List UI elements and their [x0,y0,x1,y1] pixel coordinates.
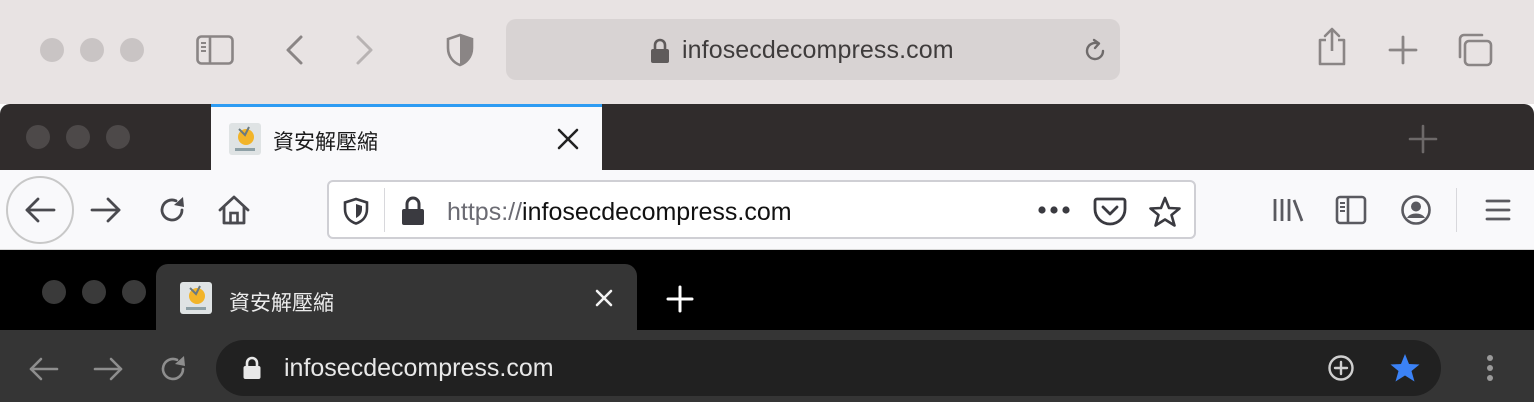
address-bar-url: https://infosecdecompress.com [447,198,792,227]
bookmark-star-icon[interactable] [1148,195,1182,229]
url-separator [384,188,385,232]
sidebar-icon [196,35,234,65]
sidebar-icon[interactable] [1335,195,1367,225]
site-favicon [180,282,212,314]
url-scheme: https:// [447,198,523,226]
window-close-light[interactable] [40,38,64,62]
window-minimize-light[interactable] [66,125,90,149]
omnibox-url: infosecdecompress.com [284,354,554,382]
share-icon [1316,26,1348,66]
lock-icon[interactable] [242,356,262,380]
privacy-report-button[interactable] [440,30,480,70]
tab-overview-button[interactable] [1455,30,1495,70]
window-minimize-light[interactable] [80,38,104,62]
site-favicon [229,123,261,155]
safari-window: infosecdecompress.com [0,0,1534,104]
tabs-icon [1456,32,1494,68]
menu-icon[interactable] [1485,198,1511,222]
forward-button[interactable] [345,30,385,70]
new-tab-icon[interactable] [1408,124,1438,154]
toolbar-separator [1456,188,1457,232]
shield-icon [445,33,475,67]
chrome-window: 資安解壓縮 infosecdecompress.com [0,250,1534,402]
tab-active[interactable] [211,104,602,170]
lock-icon [650,38,670,64]
url-host: infosecdecompress.com [522,198,792,226]
new-tab-button[interactable] [1383,30,1423,70]
close-icon[interactable] [594,288,614,308]
address-bar-url: infosecdecompress.com [682,36,954,64]
back-icon [24,196,56,224]
new-tab-icon[interactable] [666,285,694,313]
tab-title: 資安解壓縮 [229,292,334,315]
reload-icon[interactable] [156,194,188,226]
home-icon[interactable] [217,193,251,227]
firefox-window: 資安解壓縮 https://infosecdecompress.com [0,104,1534,250]
bookmark-star-icon[interactable] [1389,352,1421,384]
forward-icon[interactable] [92,356,124,382]
close-icon[interactable] [556,127,580,151]
reload-icon[interactable] [158,354,188,384]
plus-icon [1388,35,1418,65]
share-button[interactable] [1312,26,1352,66]
back-icon[interactable] [28,356,60,382]
window-zoom-light[interactable] [106,125,130,149]
library-icon[interactable] [1272,196,1304,224]
back-button[interactable] [274,30,314,70]
window-minimize-light[interactable] [82,280,106,304]
sidebar-toggle-button[interactable] [195,30,235,70]
pocket-icon[interactable] [1093,196,1127,226]
reload-icon[interactable] [1082,38,1108,64]
window-zoom-light[interactable] [122,280,146,304]
menu-icon[interactable] [1485,354,1495,382]
tab-title: 資安解壓縮 [273,131,378,154]
shield-icon[interactable] [343,197,369,225]
add-icon[interactable] [1327,354,1355,382]
more-icon[interactable] [1037,205,1071,215]
back-icon [283,34,305,66]
forward-icon [354,34,376,66]
lock-icon [400,196,426,226]
forward-icon[interactable] [90,196,122,224]
window-zoom-light[interactable] [120,38,144,62]
window-close-light[interactable] [42,280,66,304]
account-icon[interactable] [1400,194,1432,226]
window-close-light[interactable] [26,125,50,149]
